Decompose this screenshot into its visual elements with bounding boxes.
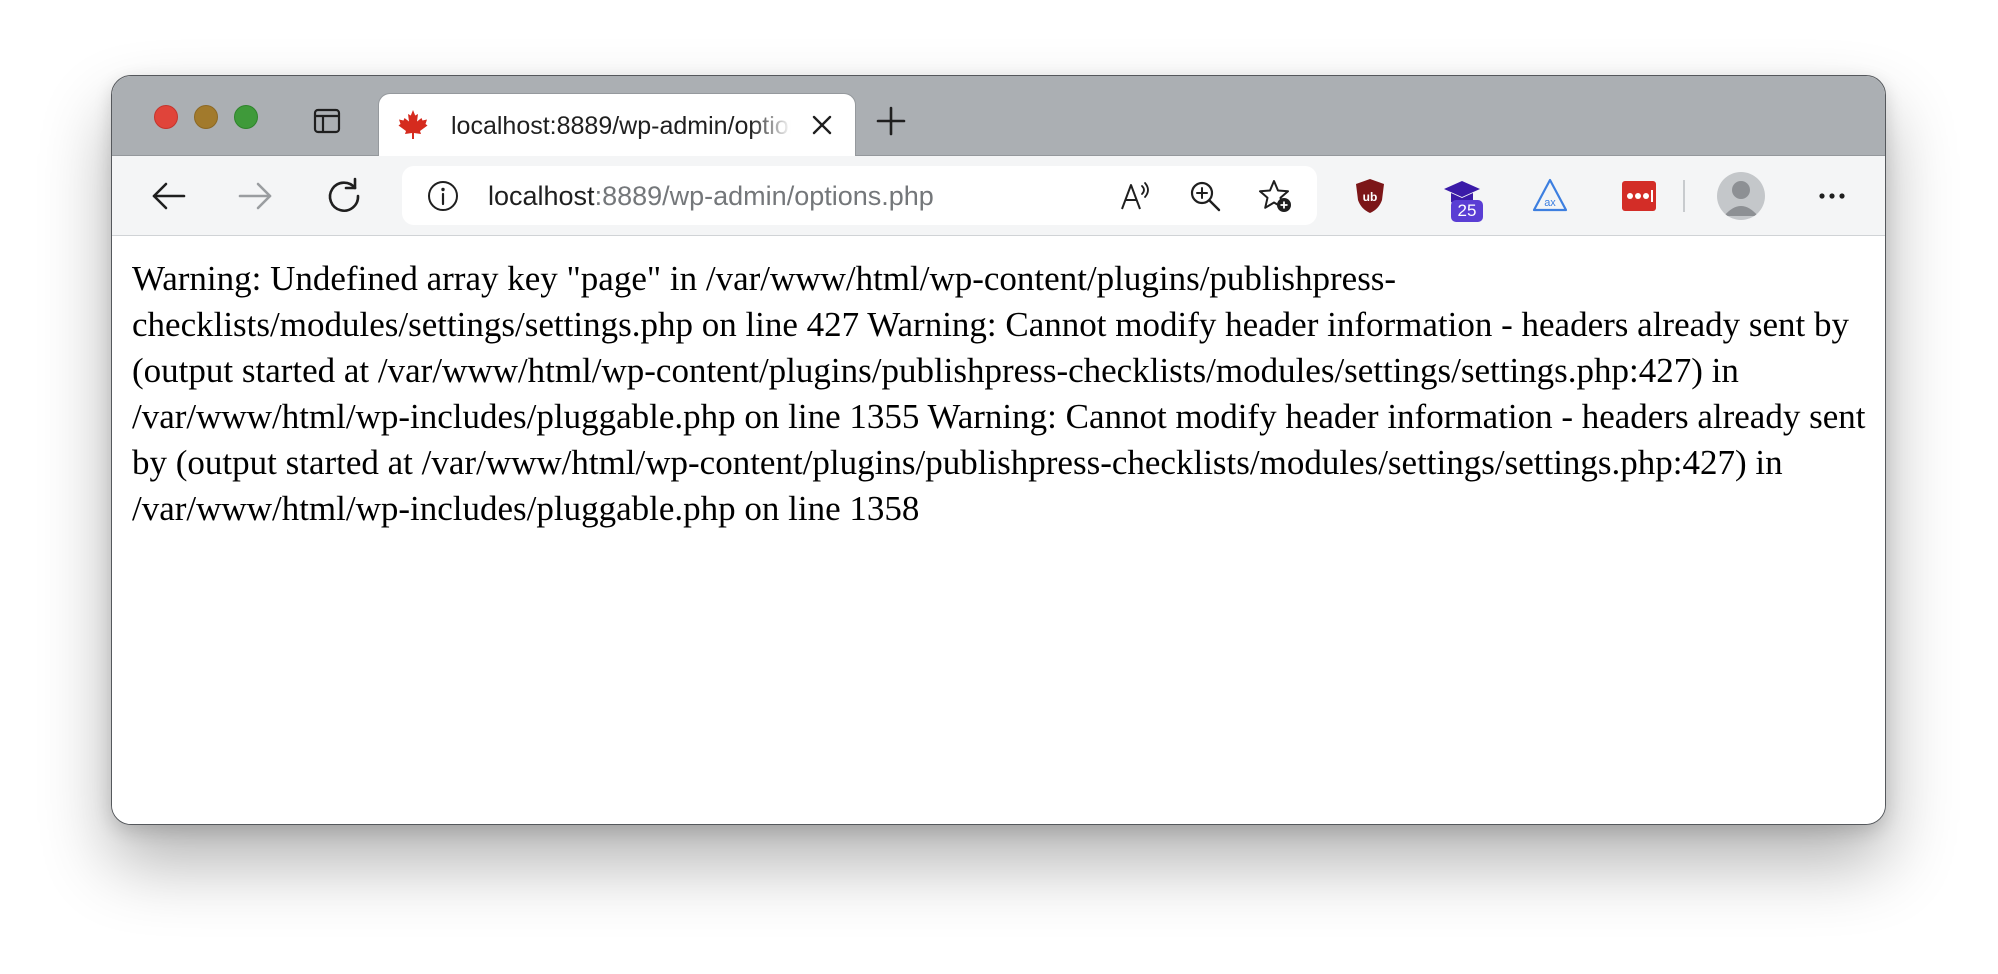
back-arrow-icon[interactable] [148,176,188,216]
forward-arrow-icon[interactable] [236,176,276,216]
address-bar[interactable]: localhost:8889/wp-admin/options.php [402,166,1317,225]
extension-badge: 25 [1451,200,1483,222]
toolbar-divider [1683,180,1685,212]
minimize-window-button[interactable] [194,105,218,129]
close-tab-icon[interactable] [809,112,835,138]
read-aloud-icon[interactable] [1117,178,1153,214]
page-content: Warning: Undefined array key "page" in /… [112,236,1885,824]
url-text[interactable]: localhost:8889/wp-admin/options.php [488,179,934,213]
url-path: :8889/wp-admin/options.php [594,181,934,211]
site-info-icon[interactable] [426,179,460,213]
url-host: localhost [488,181,595,211]
svg-text:ax: ax [1544,197,1556,209]
add-favorite-icon[interactable] [1257,178,1293,214]
profile-avatar[interactable] [1717,172,1765,220]
php-warning-text: Warning: Undefined array key "page" in /… [132,259,1866,528]
tab-title: localhost:8889/wp-admin/options.php [451,112,791,140]
ublock-origin-icon[interactable]: ub [1350,176,1390,216]
browser-window: localhost:8889/wp-admin/options.php [111,75,1886,825]
tab-strip: localhost:8889/wp-admin/options.php [112,76,1885,157]
active-tab[interactable]: localhost:8889/wp-admin/options.php [378,93,856,157]
refresh-icon[interactable] [324,176,364,216]
maximize-window-button[interactable] [234,105,258,129]
tab-actions-icon[interactable] [312,106,342,136]
navigation-toolbar: localhost:8889/wp-admin/options.php ub 2… [112,156,1885,236]
maple-leaf-icon [397,108,429,140]
ax-extension-icon[interactable]: ax [1530,176,1570,216]
svg-text:ub: ub [1363,190,1378,204]
more-options-icon[interactable] [1812,176,1852,216]
zoom-icon[interactable] [1187,178,1223,214]
new-tab-icon[interactable] [874,104,908,138]
lastpass-icon[interactable] [1619,176,1659,216]
graduation-cap-icon[interactable]: 25 [1442,176,1483,222]
close-window-button[interactable] [154,105,178,129]
